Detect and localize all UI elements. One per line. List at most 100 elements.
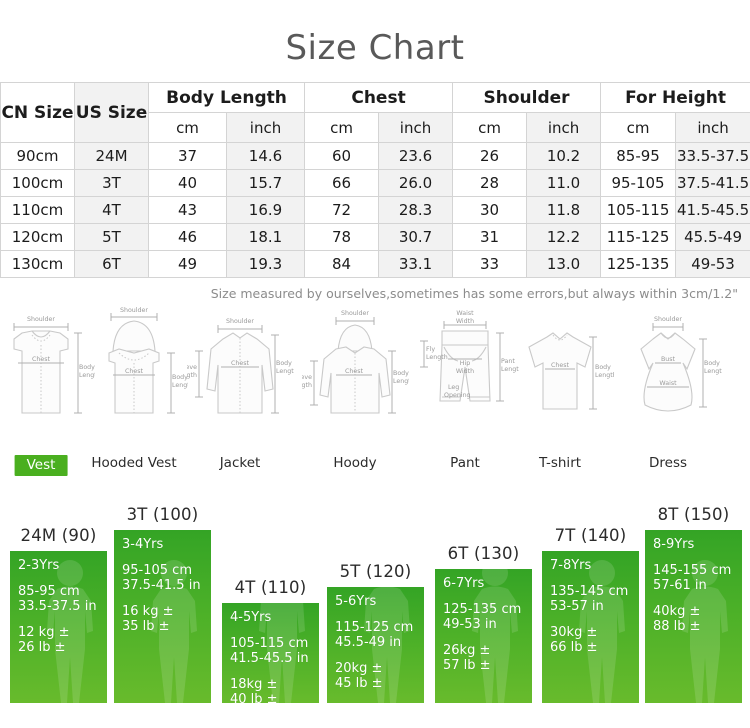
size-chart-page: Size Chart CN Size US Size Body Length C…	[0, 0, 750, 728]
table-row: 130cm 6T 49 19.3 84 33.1 33 13.0 125-135 49-53	[0, 250, 750, 278]
cell-chest-inch: 28.3	[378, 196, 454, 224]
cell-us-size: 24M	[74, 142, 149, 170]
size-box-title: 24M (90)	[20, 526, 97, 545]
svg-text:Chest: Chest	[551, 362, 570, 369]
size-box-content: 8-9Yrs 145-155 cm 57-61 in 40kg ±88 lb ±	[645, 530, 742, 634]
size-box-weight-kg: 16 kg ±	[122, 604, 174, 619]
svg-text:Body: Body	[595, 364, 611, 371]
size-box-content: 6-7Yrs 125-135 cm 49-53 in 26kg ±57 lb ±	[435, 569, 532, 673]
size-box-title: 4T (110)	[234, 578, 307, 597]
svg-text:Chest: Chest	[125, 368, 144, 375]
cell-cn-size: 120cm	[0, 223, 75, 251]
cell-shoulder-cm: 28	[452, 169, 528, 197]
svg-text:Bust: Bust	[661, 356, 676, 363]
header-group-for-height: For Height	[600, 82, 750, 113]
cell-cn-size: 110cm	[0, 196, 75, 224]
garment-label-vest[interactable]: Vest	[14, 455, 68, 476]
table-row: 90cm 24M 37 14.6 60 23.6 26 10.2 85-95 33.5-37.5	[0, 142, 750, 170]
svg-text:Leg: Leg	[448, 384, 459, 391]
cell-chest-cm: 78	[304, 223, 380, 251]
svg-text:Shoulder: Shoulder	[27, 316, 55, 323]
size-box-weight-lb: 57 lb ±	[443, 658, 491, 673]
header-unit-bodylength-inch: inch	[225, 112, 306, 143]
cell-shoulder-inch: 10.2	[526, 142, 602, 170]
size-table-body: 90cm 24M 37 14.6 60 23.6 26 10.2 85-95 33.5-37.5 1…	[0, 142, 750, 278]
svg-text:Chest: Chest	[32, 356, 51, 363]
header-us-size: US Size	[74, 82, 149, 143]
cell-bodylength-inch: 16.9	[225, 196, 306, 224]
cell-bodylength-inch: 15.7	[225, 169, 306, 197]
size-box[interactable]: 4-5Yrs 105-115 cm 41.5-45.5 in 18kg ±40 lb …	[222, 603, 319, 703]
size-box-height-in: 49-53 in	[443, 617, 497, 632]
garment-label-hooded-vest[interactable]: Hooded Vest	[91, 455, 176, 471]
header-unit-shoulder-cm: cm	[452, 112, 528, 143]
cell-chest-cm: 60	[304, 142, 380, 170]
size-box-height-in: 53-57 in	[550, 599, 604, 614]
cell-bodylength-cm: 43	[148, 196, 227, 224]
size-box-weight-kg: 12 kg ±	[18, 625, 70, 640]
cell-chest-inch: 23.6	[378, 142, 454, 170]
size-box[interactable]: 8-9Yrs 145-155 cm 57-61 in 40kg ±88 lb ±	[645, 530, 742, 703]
size-boxes-chart: 24M (90) 2-3Yrs 85-95 cm 33.5-37.5 in 12 kg …	[0, 481, 750, 719]
cell-shoulder-inch: 13.0	[526, 250, 602, 278]
table-row: 100cm 3T 40 15.7 66 26.0 28 11.0 95-105 37.5-41.5	[0, 169, 750, 197]
garment-label-hoody[interactable]: Hoody	[333, 455, 376, 471]
size-box-age: 3-4Yrs	[122, 537, 164, 552]
size-table: CN Size US Size Body Length Chest Should…	[0, 82, 750, 278]
svg-text:Shoulder: Shoulder	[120, 307, 148, 314]
size-box-weight-lb: 88 lb ±	[653, 619, 701, 634]
svg-text:Sleeve: Sleeve	[187, 364, 197, 371]
cell-chest-inch: 26.0	[378, 169, 454, 197]
cell-bodylength-cm: 46	[148, 223, 227, 251]
cell-height-inch: 49-53	[675, 250, 750, 278]
svg-text:Chest: Chest	[231, 360, 250, 367]
garment-label-dress[interactable]: Dress	[649, 455, 687, 471]
garment-diagram-dress: Shoulder Bust Waist BodyLength	[615, 305, 722, 423]
cell-shoulder-inch: 11.0	[526, 169, 602, 197]
svg-text:Waist: Waist	[456, 310, 474, 317]
svg-text:Chest: Chest	[345, 368, 364, 375]
cell-height-cm: 85-95	[600, 142, 677, 170]
size-box[interactable]: 3-4Yrs 95-105 cm 37.5-41.5 in 16 kg ±35 lb …	[114, 530, 211, 703]
cell-height-cm: 115-125	[600, 223, 677, 251]
size-box-content: 3-4Yrs 95-105 cm 37.5-41.5 in 16 kg ±35 lb …	[114, 530, 211, 634]
garment-diagram-hooded-vest: Shoulder Chest BodyLength	[81, 305, 188, 423]
garment-diagram-hoody: ShoulderChestBodyLengthSleeveLength	[302, 305, 409, 423]
garment-label-t-shirt[interactable]: T-shirt	[539, 455, 581, 471]
header-unit-chest-inch: inch	[378, 112, 454, 143]
size-box-age: 2-3Yrs	[18, 558, 60, 573]
cell-us-size: 4T	[74, 196, 149, 224]
size-box-age: 7-8Yrs	[550, 558, 592, 573]
svg-text:Length: Length	[276, 368, 294, 375]
size-box-age: 4-5Yrs	[230, 610, 272, 625]
size-box-content: 2-3Yrs 85-95 cm 33.5-37.5 in 12 kg ±26 lb ±	[10, 551, 107, 655]
garment-labels-row: Vest Hooded Vest Jacket Hoody Pant T-shirt Dre…	[0, 455, 750, 481]
svg-text:Hip: Hip	[460, 360, 470, 367]
size-box[interactable]: 6-7Yrs 125-135 cm 49-53 in 26kg ±57 lb ±	[435, 569, 532, 703]
size-box-weight-kg: 40kg ±	[653, 604, 701, 619]
svg-text:Shoulder: Shoulder	[341, 310, 369, 317]
size-box-height-cm: 135-145 cm	[550, 584, 629, 599]
size-box-title: 3T (100)	[126, 505, 199, 524]
size-box-height-cm: 145-155 cm	[653, 563, 732, 578]
size-box[interactable]: 7-8Yrs 135-145 cm 53-57 in 30kg ±66 lb ±	[542, 551, 639, 703]
table-row: 110cm 4T 43 16.9 72 28.3 30 11.8 105-115 41.5-45.…	[0, 196, 750, 224]
size-box[interactable]: 5-6Yrs 115-125 cm 45.5-49 in 20kg ±45 lb ±	[327, 587, 424, 703]
header-unit-chest-cm: cm	[304, 112, 380, 143]
cell-chest-cm: 72	[304, 196, 380, 224]
header-cn-size: CN Size	[0, 82, 75, 143]
size-box[interactable]: 2-3Yrs 85-95 cm 33.5-37.5 in 12 kg ±26 lb ±	[10, 551, 107, 703]
svg-text:Body: Body	[704, 360, 720, 367]
size-box-age: 5-6Yrs	[335, 594, 377, 609]
svg-text:Width: Width	[456, 318, 474, 325]
garment-label-pant[interactable]: Pant	[450, 455, 480, 471]
cell-shoulder-cm: 33	[452, 250, 528, 278]
garment-diagram-pant: WaistWidthHipWidthFlyLengthPantLengthLeg…	[412, 305, 519, 423]
header-unit-height-inch: inch	[675, 112, 750, 143]
size-box-weight-lb: 35 lb ±	[122, 619, 170, 634]
garment-label-jacket[interactable]: Jacket	[220, 455, 261, 471]
svg-text:Length: Length	[426, 354, 448, 361]
svg-text:Shoulder: Shoulder	[654, 316, 682, 323]
svg-text:Body: Body	[276, 360, 292, 367]
cell-height-inch: 37.5-41.5	[675, 169, 750, 197]
